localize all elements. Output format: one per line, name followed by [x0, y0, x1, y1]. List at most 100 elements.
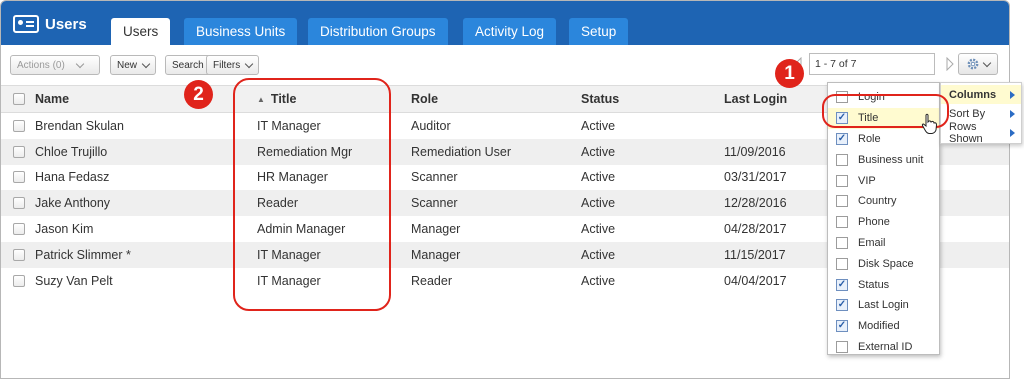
name-cell: Brendan Skulan	[35, 118, 124, 133]
app-title: Users	[13, 12, 87, 36]
checkbox-checked-icon[interactable]: ✓	[836, 320, 848, 333]
checkbox-checked-icon[interactable]: ✓	[836, 299, 848, 312]
new-button[interactable]: New	[110, 55, 157, 75]
column-option-label: Role	[858, 132, 881, 145]
checkbox-unchecked-icon[interactable]	[836, 153, 848, 166]
callout-2: 2	[184, 80, 213, 109]
role-cell: Scanner	[411, 170, 458, 185]
column-option-label: Business unit	[858, 153, 924, 166]
status-cell: Active	[581, 247, 616, 262]
user-card-icon	[13, 15, 39, 33]
actions-label: Actions (0)	[17, 59, 65, 71]
menu-item-label: Columns	[949, 88, 997, 101]
name-cell: Hana Fedasz	[35, 170, 110, 185]
menu-item-label: Rows Shown	[949, 120, 983, 145]
checkbox-unchecked-icon[interactable]	[836, 174, 848, 187]
app-title-label: Users	[45, 15, 87, 33]
checkbox-checked-icon[interactable]: ✓	[836, 132, 848, 145]
name-cell: Patrick Slimmer *	[35, 247, 131, 262]
column-option-label: Status	[858, 278, 890, 291]
column-option-country[interactable]: Country	[828, 191, 939, 212]
status-cell: Active	[581, 273, 616, 288]
chevron-down-icon	[75, 59, 85, 68]
tab-label: Setup	[581, 24, 617, 39]
tab-label: Business Units	[196, 24, 286, 39]
column-option-label: Disk Space	[858, 257, 914, 270]
tab-setup[interactable]: Setup	[569, 18, 629, 45]
filters-button[interactable]: Filters	[206, 55, 260, 75]
tab-label: Distribution Groups	[320, 24, 436, 39]
tab-users[interactable]: Users	[111, 18, 171, 45]
column-option-phone[interactable]: Phone	[828, 212, 939, 233]
column-option-status[interactable]: ✓ Status	[828, 274, 939, 295]
row-checkbox[interactable]	[13, 274, 25, 287]
last-login-cell: 03/31/2017	[724, 170, 787, 185]
status-cell: Active	[581, 118, 616, 133]
last-login-cell: 04/04/2017	[724, 273, 787, 288]
gear-icon	[967, 58, 979, 70]
chevron-down-icon	[141, 59, 151, 68]
title-column-highlight	[233, 78, 391, 311]
column-option-last-login[interactable]: ✓ Last Login	[828, 295, 939, 316]
last-login-cell: 11/09/2016	[724, 144, 786, 159]
role-cell: Manager	[411, 222, 461, 237]
name-cell: Jason Kim	[35, 222, 94, 237]
column-option-external-id[interactable]: External ID	[828, 337, 939, 358]
last-login-cell: 12/28/2016	[724, 196, 787, 211]
row-checkbox[interactable]	[13, 197, 25, 210]
name-cell: Suzy Van Pelt	[35, 273, 113, 288]
menu-item-columns[interactable]: Columns	[941, 85, 1021, 104]
submenu-arrow-icon	[1010, 128, 1015, 137]
status-cell: Active	[581, 170, 616, 185]
pager-input[interactable]: 1 - 7 of 7	[809, 53, 935, 75]
checkbox-unchecked-icon[interactable]	[836, 216, 848, 229]
column-header-last-login[interactable]: Last Login	[724, 86, 787, 112]
search-button[interactable]: Search	[165, 55, 211, 75]
column-option-modified[interactable]: ✓ Modified	[828, 316, 939, 337]
column-option-label: Modified	[858, 320, 900, 333]
row-checkbox[interactable]	[13, 119, 25, 132]
menu-item-rows-shown[interactable]: Rows Shown	[941, 120, 1021, 145]
column-option-email[interactable]: Email	[828, 233, 939, 254]
row-checkbox[interactable]	[13, 248, 25, 261]
last-login-cell: 11/15/2017	[724, 247, 786, 262]
last-login-cell: 04/28/2017	[724, 222, 787, 237]
column-option-label: External ID	[858, 340, 913, 353]
role-cell: Auditor	[411, 118, 451, 133]
hand-cursor-icon	[921, 113, 938, 134]
row-checkbox[interactable]	[13, 171, 25, 184]
name-cell: Chloe Trujillo	[35, 144, 108, 159]
column-header-role[interactable]: Role	[411, 86, 438, 112]
tab-label: Activity Log	[475, 24, 545, 39]
checkbox-unchecked-icon[interactable]	[836, 340, 848, 353]
chevron-down-icon	[982, 58, 992, 67]
checkbox-unchecked-icon[interactable]	[836, 195, 848, 208]
column-option-disk-space[interactable]: Disk Space	[828, 253, 939, 274]
column-option-business-unit[interactable]: Business unit	[828, 149, 939, 170]
tab-business-units[interactable]: Business Units	[184, 18, 298, 45]
tab-distribution-groups[interactable]: Distribution Groups	[308, 18, 448, 45]
column-option-vip[interactable]: VIP	[828, 170, 939, 191]
checkbox-unchecked-icon[interactable]	[836, 257, 848, 270]
column-option-label: Phone	[858, 216, 890, 229]
row-checkbox[interactable]	[13, 223, 25, 236]
new-label: New	[117, 59, 138, 71]
checkbox-checked-icon[interactable]: ✓	[836, 278, 848, 291]
row-checkbox[interactable]	[13, 145, 25, 158]
status-cell: Active	[581, 144, 616, 159]
settings-button[interactable]	[958, 53, 998, 75]
tab-activity-log[interactable]: Activity Log	[463, 18, 557, 45]
submenu-arrow-icon	[1010, 109, 1015, 118]
column-header-name[interactable]: Name	[35, 86, 69, 112]
callout-number: 2	[193, 83, 204, 105]
tab-label: Users	[123, 24, 159, 39]
next-page-icon[interactable]	[945, 57, 955, 71]
name-cell: Jake Anthony	[35, 196, 111, 211]
column-option-label: Last Login	[858, 299, 909, 312]
chevron-down-icon	[244, 59, 254, 68]
actions-button[interactable]: Actions (0)	[10, 55, 100, 75]
select-all-checkbox[interactable]	[13, 93, 25, 105]
column-header-status[interactable]: Status	[581, 86, 619, 112]
search-label: Search	[172, 59, 204, 71]
checkbox-unchecked-icon[interactable]	[836, 236, 848, 249]
